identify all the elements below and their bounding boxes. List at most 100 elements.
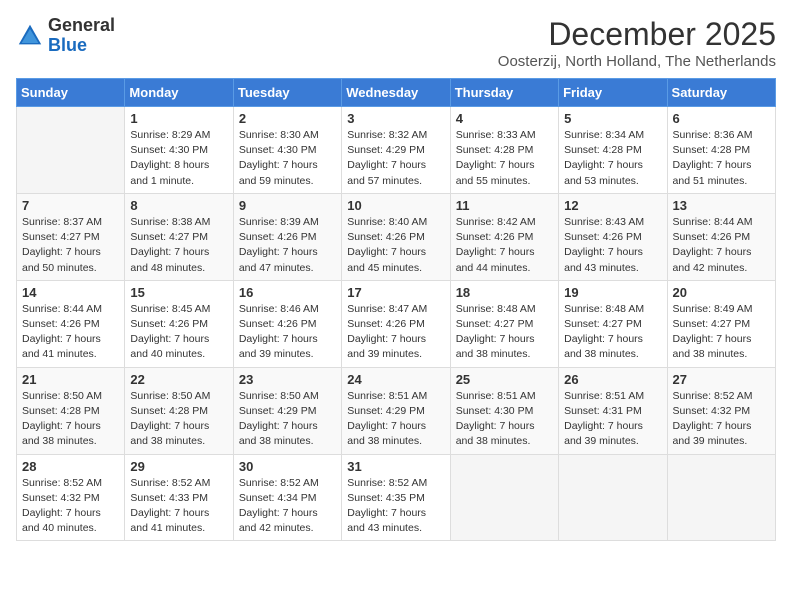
month-title: December 2025 <box>498 16 776 53</box>
calendar-cell: 6 Sunrise: 8:36 AMSunset: 4:28 PMDaylight… <box>667 107 775 194</box>
day-number: 14 <box>22 285 119 300</box>
day-info: Sunrise: 8:51 AMSunset: 4:31 PMDaylight:… <box>564 389 661 450</box>
day-info: Sunrise: 8:46 AMSunset: 4:26 PMDaylight:… <box>239 302 336 363</box>
day-number: 18 <box>456 285 553 300</box>
day-info: Sunrise: 8:33 AMSunset: 4:28 PMDaylight:… <box>456 128 553 189</box>
calendar-cell: 27 Sunrise: 8:52 AMSunset: 4:32 PMDayligh… <box>667 367 775 454</box>
logo-text: General Blue <box>48 16 115 56</box>
day-number: 28 <box>22 459 119 474</box>
calendar-cell: 30 Sunrise: 8:52 AMSunset: 4:34 PMDayligh… <box>233 454 341 541</box>
day-number: 29 <box>130 459 227 474</box>
calendar-week-row: 1Sunrise: 8:29 AMSunset: 4:30 PMDaylight… <box>17 107 776 194</box>
calendar-cell: 13Sunrise: 8:44 AMSunset: 4:26 PMDayligh… <box>667 193 775 280</box>
day-number: 9 <box>239 198 336 213</box>
day-info: Sunrise: 8:51 AMSunset: 4:29 PMDaylight:… <box>347 389 444 450</box>
weekday-header-saturday: Saturday <box>667 79 775 107</box>
calendar-cell: 26 Sunrise: 8:51 AMSunset: 4:31 PMDayligh… <box>559 367 667 454</box>
calendar-cell: 23 Sunrise: 8:50 AMSunset: 4:29 PMDayligh… <box>233 367 341 454</box>
calendar-cell: 29 Sunrise: 8:52 AMSunset: 4:33 PMDayligh… <box>125 454 233 541</box>
day-number: 30 <box>239 459 336 474</box>
day-number: 20 <box>673 285 770 300</box>
calendar-cell: 7 Sunrise: 8:37 AMSunset: 4:27 PMDaylight… <box>17 193 125 280</box>
day-number: 4 <box>456 111 553 126</box>
day-info: Sunrise: 8:40 AMSunset: 4:26 PMDaylight:… <box>347 215 444 276</box>
day-info: Sunrise: 8:30 AMSunset: 4:30 PMDaylight:… <box>239 128 336 189</box>
calendar-cell: 2Sunrise: 8:30 AMSunset: 4:30 PMDaylight… <box>233 107 341 194</box>
calendar-cell: 3 Sunrise: 8:32 AMSunset: 4:29 PMDaylight… <box>342 107 450 194</box>
day-number: 11 <box>456 198 553 213</box>
day-info: Sunrise: 8:32 AMSunset: 4:29 PMDaylight:… <box>347 128 444 189</box>
location-subtitle: Oosterzij, North Holland, The Netherland… <box>498 53 776 70</box>
calendar-cell: 12Sunrise: 8:43 AMSunset: 4:26 PMDayligh… <box>559 193 667 280</box>
day-info: Sunrise: 8:36 AMSunset: 4:28 PMDaylight:… <box>673 128 770 189</box>
logo: General Blue <box>16 16 115 56</box>
calendar-cell: 9 Sunrise: 8:39 AMSunset: 4:26 PMDaylight… <box>233 193 341 280</box>
logo-general-text: General <box>48 16 115 36</box>
calendar-cell: 20 Sunrise: 8:49 AMSunset: 4:27 PMDayligh… <box>667 280 775 367</box>
day-number: 10 <box>347 198 444 213</box>
calendar-cell: 19Sunrise: 8:48 AMSunset: 4:27 PMDayligh… <box>559 280 667 367</box>
weekday-header-wednesday: Wednesday <box>342 79 450 107</box>
calendar-cell <box>450 454 558 541</box>
logo-blue-text: Blue <box>48 36 115 56</box>
day-info: Sunrise: 8:38 AMSunset: 4:27 PMDaylight:… <box>130 215 227 276</box>
day-info: Sunrise: 8:50 AMSunset: 4:28 PMDaylight:… <box>22 389 119 450</box>
day-number: 12 <box>564 198 661 213</box>
day-info: Sunrise: 8:44 AMSunset: 4:26 PMDaylight:… <box>673 215 770 276</box>
title-block: December 2025 Oosterzij, North Holland, … <box>498 16 776 70</box>
day-number: 1 <box>130 111 227 126</box>
day-number: 6 <box>673 111 770 126</box>
day-number: 27 <box>673 372 770 387</box>
logo-icon <box>16 22 44 50</box>
calendar-cell: 28Sunrise: 8:52 AMSunset: 4:32 PMDayligh… <box>17 454 125 541</box>
day-number: 8 <box>130 198 227 213</box>
calendar-cell: 17 Sunrise: 8:47 AMSunset: 4:26 PMDayligh… <box>342 280 450 367</box>
calendar-cell <box>667 454 775 541</box>
calendar-cell: 5Sunrise: 8:34 AMSunset: 4:28 PMDaylight… <box>559 107 667 194</box>
day-number: 25 <box>456 372 553 387</box>
day-info: Sunrise: 8:39 AMSunset: 4:26 PMDaylight:… <box>239 215 336 276</box>
day-info: Sunrise: 8:49 AMSunset: 4:27 PMDaylight:… <box>673 302 770 363</box>
day-number: 31 <box>347 459 444 474</box>
weekday-header-thursday: Thursday <box>450 79 558 107</box>
calendar-cell: 16 Sunrise: 8:46 AMSunset: 4:26 PMDayligh… <box>233 280 341 367</box>
day-info: Sunrise: 8:50 AMSunset: 4:28 PMDaylight:… <box>130 389 227 450</box>
page-header: General Blue December 2025 Oosterzij, No… <box>16 16 776 70</box>
day-info: Sunrise: 8:52 AMSunset: 4:34 PMDaylight:… <box>239 476 336 537</box>
calendar-week-row: 28Sunrise: 8:52 AMSunset: 4:32 PMDayligh… <box>17 454 776 541</box>
calendar-week-row: 21 Sunrise: 8:50 AMSunset: 4:28 PMDayligh… <box>17 367 776 454</box>
day-number: 5 <box>564 111 661 126</box>
day-number: 16 <box>239 285 336 300</box>
day-number: 3 <box>347 111 444 126</box>
day-info: Sunrise: 8:52 AMSunset: 4:32 PMDaylight:… <box>673 389 770 450</box>
day-info: Sunrise: 8:47 AMSunset: 4:26 PMDaylight:… <box>347 302 444 363</box>
day-info: Sunrise: 8:44 AMSunset: 4:26 PMDaylight:… <box>22 302 119 363</box>
calendar-cell <box>17 107 125 194</box>
day-info: Sunrise: 8:48 AMSunset: 4:27 PMDaylight:… <box>456 302 553 363</box>
day-info: Sunrise: 8:37 AMSunset: 4:27 PMDaylight:… <box>22 215 119 276</box>
day-number: 17 <box>347 285 444 300</box>
calendar-cell <box>559 454 667 541</box>
weekday-header-row: SundayMondayTuesdayWednesdayThursdayFrid… <box>17 79 776 107</box>
day-info: Sunrise: 8:50 AMSunset: 4:29 PMDaylight:… <box>239 389 336 450</box>
day-number: 15 <box>130 285 227 300</box>
calendar-cell: 22Sunrise: 8:50 AMSunset: 4:28 PMDayligh… <box>125 367 233 454</box>
calendar-cell: 4 Sunrise: 8:33 AMSunset: 4:28 PMDaylight… <box>450 107 558 194</box>
day-number: 7 <box>22 198 119 213</box>
calendar-cell: 11Sunrise: 8:42 AMSunset: 4:26 PMDayligh… <box>450 193 558 280</box>
calendar-week-row: 7 Sunrise: 8:37 AMSunset: 4:27 PMDaylight… <box>17 193 776 280</box>
day-number: 19 <box>564 285 661 300</box>
calendar-cell: 14 Sunrise: 8:44 AMSunset: 4:26 PMDayligh… <box>17 280 125 367</box>
calendar-cell: 8 Sunrise: 8:38 AMSunset: 4:27 PMDaylight… <box>125 193 233 280</box>
day-number: 21 <box>22 372 119 387</box>
calendar-cell: 31Sunrise: 8:52 AMSunset: 4:35 PMDayligh… <box>342 454 450 541</box>
day-number: 23 <box>239 372 336 387</box>
weekday-header-friday: Friday <box>559 79 667 107</box>
day-info: Sunrise: 8:51 AMSunset: 4:30 PMDaylight:… <box>456 389 553 450</box>
weekday-header-monday: Monday <box>125 79 233 107</box>
day-number: 26 <box>564 372 661 387</box>
day-info: Sunrise: 8:52 AMSunset: 4:33 PMDaylight:… <box>130 476 227 537</box>
day-info: Sunrise: 8:45 AMSunset: 4:26 PMDaylight:… <box>130 302 227 363</box>
calendar-cell: 24Sunrise: 8:51 AMSunset: 4:29 PMDayligh… <box>342 367 450 454</box>
calendar-cell: 21 Sunrise: 8:50 AMSunset: 4:28 PMDayligh… <box>17 367 125 454</box>
